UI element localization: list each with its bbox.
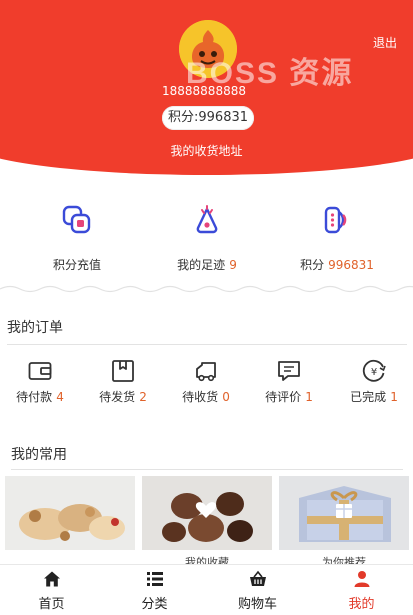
chocolates-image: [142, 476, 272, 550]
quick-item-footprint[interactable]: 我的足迹 9: [138, 190, 276, 280]
order-pending-payment[interactable]: 待付款 4: [0, 354, 80, 410]
cart-icon: [249, 570, 266, 586]
common-title: 我的常用: [11, 447, 67, 463]
tab-label: 购物车: [237, 597, 277, 612]
favorites-card[interactable]: 我的收藏: [142, 476, 272, 566]
order-completed[interactable]: ¥ 已完成 1: [334, 354, 413, 410]
cookies-image: [5, 476, 135, 550]
box-icon: [112, 360, 134, 382]
recommend-card[interactable]: 为你推荐: [279, 476, 409, 566]
address-link[interactable]: 我的收货地址: [0, 142, 413, 159]
user-phone: 18888888888: [162, 84, 246, 98]
gift-box-image: [279, 476, 409, 550]
orders-divider: [7, 344, 407, 345]
quick-label: 积分充值: [52, 258, 101, 272]
order-label: 待发货 2: [99, 390, 147, 404]
svg-text:¥: ¥: [371, 367, 377, 378]
footprint-icon: [196, 205, 218, 234]
list-icon: [146, 572, 163, 586]
points-count: 996831: [328, 258, 374, 272]
comment-icon: [278, 361, 300, 381]
recharge-icon: [62, 205, 91, 234]
tab-cart[interactable]: 购物车: [206, 565, 309, 615]
tab-label: 首页: [38, 597, 65, 612]
order-label: 待评价 1: [265, 390, 313, 404]
points-badge: 积分:996831: [162, 106, 255, 130]
quick-item-points[interactable]: 积分 996831: [268, 190, 406, 280]
common-card[interactable]: [5, 476, 135, 566]
points-icon: [324, 206, 347, 234]
tab-label: 我的: [348, 597, 375, 612]
tab-label: 分类: [141, 597, 168, 612]
quick-label: 积分 996831: [300, 258, 374, 272]
bottom-tab-bar: 首页 分类 购物车 我的: [0, 564, 413, 615]
order-pending-receipt[interactable]: 待收货 0: [166, 354, 246, 410]
truck-icon: [196, 362, 216, 382]
order-label: 待收货 0: [182, 390, 230, 404]
quick-label: 我的足迹 9: [177, 258, 237, 272]
common-divider: [11, 469, 403, 470]
order-pending-shipment[interactable]: 待发货 2: [83, 354, 163, 410]
tab-home[interactable]: 首页: [0, 565, 103, 615]
order-label: 待付款 4: [16, 390, 64, 404]
quick-actions: 积分充值 我的足迹 9 积分 996831: [0, 190, 413, 286]
wave-divider: [0, 285, 413, 293]
profile-header: 退出 BOSS 资源 18888888888 积分:996831 我的收货地址: [0, 0, 413, 180]
user-icon: [354, 571, 369, 587]
wallet-icon: [28, 362, 52, 380]
logout-button[interactable]: 退出: [373, 34, 397, 51]
orders-title: 我的订单: [7, 320, 63, 336]
order-pending-review[interactable]: 待评价 1: [249, 354, 329, 410]
tab-category[interactable]: 分类: [103, 565, 206, 615]
footprint-count: 9: [229, 258, 237, 272]
home-icon: [43, 571, 60, 587]
yen-check-icon: ¥: [362, 359, 386, 382]
quick-item-recharge[interactable]: 积分充值: [8, 190, 146, 280]
order-label: 已完成 1: [350, 390, 398, 404]
tab-mine[interactable]: 我的: [310, 565, 413, 615]
